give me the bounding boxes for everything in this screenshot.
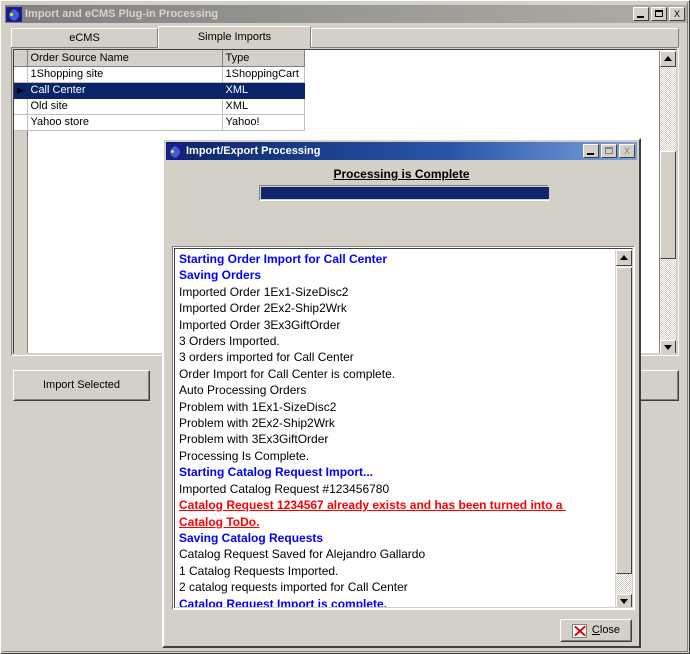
dialog-minimize-button[interactable]: [583, 144, 599, 158]
dialog-close-button-label: Close: [592, 620, 620, 641]
progress-bar-fill: [261, 187, 549, 199]
import-selected-button[interactable]: Import Selected: [13, 370, 150, 401]
window-controls: X: [633, 7, 685, 21]
row-marker-cell[interactable]: ▶: [14, 82, 28, 99]
import-export-processing-dialog: Import/Export Processing X Processing is…: [162, 138, 641, 648]
column-header-type[interactable]: Type: [222, 50, 305, 67]
dialog-close-button[interactable]: X: [619, 144, 635, 158]
app-fish-icon: [6, 6, 22, 22]
window-titlebar[interactable]: Import and eCMS Plug-in Processing X: [5, 5, 687, 23]
dialog-close-rest: lose: [599, 624, 621, 636]
cell-order-source-name: Yahoo store: [27, 114, 223, 131]
log-line: Problem with 1Ex1-SizeDisc2: [179, 399, 337, 414]
processing-log-panel: Starting Order Import for Call Center Sav…: [172, 246, 635, 610]
cell-order-source-name: Call Center: [27, 82, 223, 99]
log-line: Saving Catalog Requests: [179, 530, 324, 545]
log-line: Imported Order 1Ex1-SizeDisc2: [179, 284, 349, 299]
log-line: Problem with 2Ex2-Ship2Wrk: [179, 416, 335, 431]
app-fish-icon: [167, 143, 183, 159]
tab-simple-imports[interactable]: Simple Imports: [158, 26, 311, 48]
log-line: 3 orders imported for Call Center: [179, 350, 354, 365]
log-line: Auto Processing Orders: [179, 383, 307, 398]
dialog-close-action-button[interactable]: Close: [560, 619, 632, 642]
cell-type: XML: [222, 98, 305, 115]
scroll-thumb[interactable]: [660, 151, 676, 259]
log-line: Imported Order 2Ex2-Ship2Wrk: [179, 301, 347, 316]
header-row-marker: [14, 50, 28, 67]
tab-strip-filler: [311, 28, 679, 48]
log-line: Catalog Request Saved for Alejandro Gall…: [179, 547, 426, 562]
log-line: Imported Catalog Request #123456780: [179, 481, 390, 496]
log-line: 3 Orders Imported.: [179, 334, 280, 349]
scroll-down-arrow-icon[interactable]: [616, 594, 632, 607]
red-x-icon: [571, 623, 587, 638]
progress-bar: [259, 185, 549, 201]
row-marker-cell[interactable]: [14, 114, 28, 131]
log-line: Problem with 3Ex3GiftOrder: [179, 432, 329, 447]
log-line: Order Import for Call Center is complete…: [179, 366, 396, 381]
current-row-arrow-icon: ▶: [17, 84, 24, 95]
tab-strip: eCMS Simple Imports: [11, 26, 679, 48]
cell-type: Yahoo!: [222, 114, 305, 131]
table-header-row: Order Source Name Type: [14, 50, 305, 67]
dialog-title: Import/Export Processing: [186, 145, 321, 157]
log-line: 2 catalog requests imported for Call Cen…: [179, 580, 408, 595]
row-marker-cell[interactable]: [14, 66, 28, 83]
dialog-close-accel: C: [591, 624, 600, 636]
scroll-up-arrow-icon[interactable]: [616, 250, 632, 266]
dialog-status-heading: Processing is Complete: [333, 167, 470, 181]
scroll-thumb[interactable]: [616, 267, 632, 574]
dialog-titlebar[interactable]: Import/Export Processing X: [166, 142, 637, 160]
grid-vertical-scrollbar[interactable]: [659, 51, 676, 353]
log-line: Processing Is Complete.: [179, 448, 310, 463]
dialog-maximize-button[interactable]: [601, 144, 617, 158]
dialog-window-controls: X: [583, 144, 635, 158]
cell-type: 1ShoppingCart: [222, 66, 305, 83]
tab-ecms[interactable]: eCMS: [11, 28, 158, 48]
log-line: Saving Orders: [179, 268, 262, 283]
log-line: Imported Order 3Ex3GiftOrder: [179, 317, 341, 332]
maximize-button[interactable]: [651, 7, 667, 21]
log-line: 1 Catalog Requests Imported.: [179, 563, 339, 578]
log-vertical-scrollbar[interactable]: [615, 250, 632, 607]
minimize-button[interactable]: [633, 7, 649, 21]
log-line: Starting Order Import for Call Center: [179, 252, 388, 266]
row-marker-cell[interactable]: [14, 98, 28, 115]
processing-log-text: Starting Order Import for Call Center Sav…: [179, 251, 604, 608]
table-row[interactable]: Old site XML: [14, 98, 305, 115]
log-line: Catalog Request 1234567 already exists a…: [179, 498, 566, 529]
cell-order-source-name: Old site: [27, 98, 223, 115]
column-header-order-source-name[interactable]: Order Source Name: [27, 50, 223, 67]
table-row[interactable]: Yahoo store Yahoo!: [14, 114, 305, 131]
log-line: Catalog Request Import is complete.: [179, 596, 388, 608]
window-title: Import and eCMS Plug-in Processing: [25, 8, 219, 20]
scroll-up-arrow-icon[interactable]: [660, 51, 676, 67]
log-line: Starting Catalog Request Import...: [179, 465, 374, 480]
order-sources-table: Order Source Name Type 1Shopping site 1S…: [14, 50, 305, 131]
table-row[interactable]: 1Shopping site 1ShoppingCart: [14, 66, 305, 83]
cell-type: XML: [222, 82, 305, 99]
table-row[interactable]: ▶ Call Center XML: [14, 82, 305, 99]
processing-log[interactable]: Starting Order Import for Call Center Sav…: [174, 248, 633, 608]
cell-order-source-name: 1Shopping site: [27, 66, 223, 83]
scroll-down-arrow-icon[interactable]: [660, 340, 676, 353]
close-button[interactable]: X: [669, 7, 685, 21]
dialog-close-button-content: Close: [561, 620, 631, 641]
